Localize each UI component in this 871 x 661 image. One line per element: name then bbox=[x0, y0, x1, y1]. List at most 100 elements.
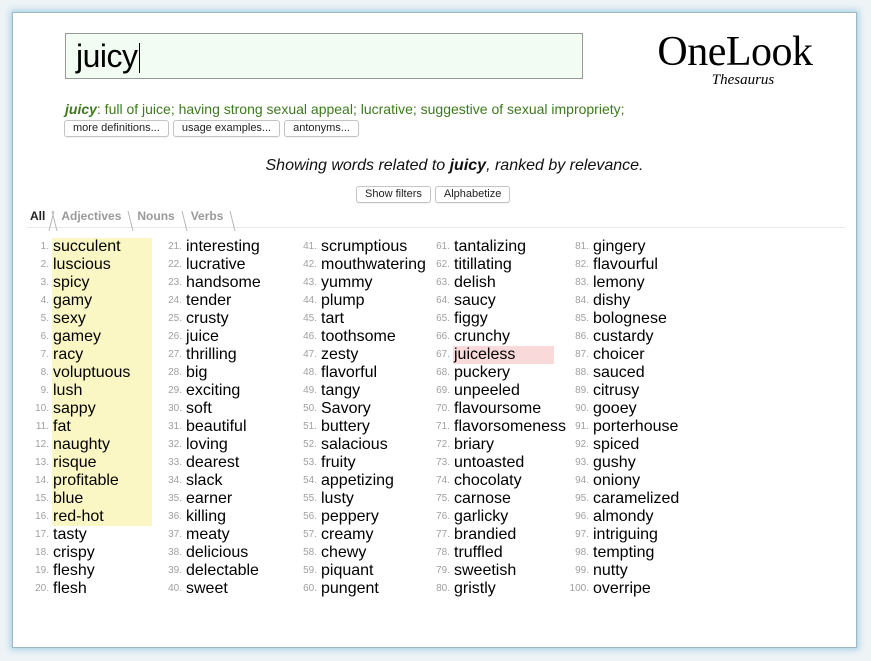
result-word-link[interactable]: briary bbox=[453, 436, 494, 454]
result-word-link[interactable]: custardy bbox=[592, 328, 653, 346]
result-word-link[interactable]: tasty bbox=[52, 526, 87, 544]
result-word-link[interactable]: caramelized bbox=[592, 490, 679, 508]
result-word-link[interactable]: brandied bbox=[453, 526, 516, 544]
result-word-link[interactable]: delish bbox=[453, 274, 496, 292]
result-word-link[interactable]: dishy bbox=[592, 292, 630, 310]
result-word-link[interactable]: flavorful bbox=[320, 364, 377, 382]
result-word-link[interactable]: citrusy bbox=[592, 382, 639, 400]
result-word-link[interactable]: risque bbox=[52, 454, 152, 472]
result-word-link[interactable]: sweetish bbox=[453, 562, 516, 580]
result-word-link[interactable]: blue bbox=[52, 490, 152, 508]
result-word-link[interactable]: scrumptious bbox=[320, 238, 407, 256]
result-word-link[interactable]: buttery bbox=[320, 418, 370, 436]
result-word-link[interactable]: spiced bbox=[592, 436, 639, 454]
alphabetize-button[interactable]: Alphabetize bbox=[434, 186, 511, 203]
result-word-link[interactable]: spicy bbox=[52, 274, 152, 292]
result-word-link[interactable]: sauced bbox=[592, 364, 645, 382]
result-word-link[interactable]: titillating bbox=[453, 256, 512, 274]
result-word-link[interactable]: lush bbox=[52, 382, 152, 400]
result-word-link[interactable]: gamey bbox=[52, 328, 152, 346]
result-word-link[interactable]: gingery bbox=[592, 238, 645, 256]
result-word-link[interactable]: dearest bbox=[185, 454, 239, 472]
result-word-link[interactable]: handsome bbox=[185, 274, 261, 292]
result-word-link[interactable]: flavorsomeness bbox=[453, 418, 566, 436]
result-word-link[interactable]: saucy bbox=[453, 292, 496, 310]
result-word-link[interactable]: overripe bbox=[592, 580, 651, 598]
result-word-link[interactable]: fleshy bbox=[52, 562, 95, 580]
result-word-link[interactable]: soft bbox=[185, 400, 212, 418]
result-word-link[interactable]: profitable bbox=[52, 472, 152, 490]
result-word-link[interactable]: big bbox=[185, 364, 207, 382]
result-word-link[interactable]: lemony bbox=[592, 274, 645, 292]
result-word-link[interactable]: gooey bbox=[592, 400, 637, 418]
tab-nouns[interactable]: Nouns bbox=[129, 209, 182, 227]
result-word-link[interactable]: figgy bbox=[453, 310, 488, 328]
result-word-link[interactable]: zesty bbox=[320, 346, 358, 364]
result-word-link[interactable]: delicious bbox=[185, 544, 248, 562]
result-word-link[interactable]: meaty bbox=[185, 526, 230, 544]
usage-examples-button[interactable]: usage examples... bbox=[172, 120, 281, 137]
result-word-link[interactable]: chocolaty bbox=[453, 472, 522, 490]
result-word-link[interactable]: racy bbox=[52, 346, 152, 364]
result-word-link[interactable]: loving bbox=[185, 436, 228, 454]
result-word-link[interactable]: Savory bbox=[320, 400, 371, 418]
result-word-link[interactable]: succulent bbox=[52, 238, 152, 256]
result-word-link[interactable]: crunchy bbox=[453, 328, 510, 346]
result-word-link[interactable]: appetizing bbox=[320, 472, 394, 490]
result-word-link[interactable]: delectable bbox=[185, 562, 259, 580]
result-word-link[interactable]: unpeeled bbox=[453, 382, 520, 400]
result-word-link[interactable]: juiceless bbox=[453, 346, 554, 364]
tab-verbs[interactable]: Verbs bbox=[183, 209, 232, 227]
result-word-link[interactable]: exciting bbox=[185, 382, 240, 400]
result-word-link[interactable]: intriguing bbox=[592, 526, 658, 544]
result-word-link[interactable]: mouthwatering bbox=[320, 256, 426, 274]
result-word-link[interactable]: gamy bbox=[52, 292, 152, 310]
result-word-link[interactable]: lusty bbox=[320, 490, 354, 508]
result-word-link[interactable]: red-hot bbox=[52, 508, 152, 526]
result-word-link[interactable]: crispy bbox=[52, 544, 95, 562]
result-word-link[interactable]: toothsome bbox=[320, 328, 396, 346]
result-word-link[interactable]: choicer bbox=[592, 346, 645, 364]
result-word-link[interactable]: oniony bbox=[592, 472, 640, 490]
result-word-link[interactable]: thrilling bbox=[185, 346, 237, 364]
result-word-link[interactable]: plump bbox=[320, 292, 365, 310]
result-word-link[interactable]: salacious bbox=[320, 436, 388, 454]
result-word-link[interactable]: luscious bbox=[52, 256, 152, 274]
result-word-link[interactable]: beautiful bbox=[185, 418, 247, 436]
tab-adjectives[interactable]: Adjectives bbox=[53, 209, 129, 227]
result-word-link[interactable]: piquant bbox=[320, 562, 374, 580]
search-input[interactable]: juicy bbox=[65, 33, 583, 79]
result-word-link[interactable]: earner bbox=[185, 490, 232, 508]
result-word-link[interactable]: tender bbox=[185, 292, 231, 310]
result-word-link[interactable]: nutty bbox=[592, 562, 628, 580]
result-word-link[interactable]: fruity bbox=[320, 454, 356, 472]
result-word-link[interactable]: bolognese bbox=[592, 310, 667, 328]
result-word-link[interactable]: tangy bbox=[320, 382, 360, 400]
result-word-link[interactable]: tempting bbox=[592, 544, 654, 562]
result-word-link[interactable]: crusty bbox=[185, 310, 229, 328]
result-word-link[interactable]: pungent bbox=[320, 580, 379, 598]
result-word-link[interactable]: tart bbox=[320, 310, 344, 328]
result-word-link[interactable]: flavourful bbox=[592, 256, 658, 274]
result-word-link[interactable]: naughty bbox=[52, 436, 152, 454]
result-word-link[interactable]: sexy bbox=[52, 310, 152, 328]
result-word-link[interactable]: peppery bbox=[320, 508, 379, 526]
result-word-link[interactable]: tantalizing bbox=[453, 238, 526, 256]
result-word-link[interactable]: almondy bbox=[592, 508, 653, 526]
result-word-link[interactable]: slack bbox=[185, 472, 222, 490]
result-word-link[interactable]: voluptuous bbox=[52, 364, 152, 382]
result-word-link[interactable]: sappy bbox=[52, 400, 152, 418]
onelook-logo[interactable]: OneLook Thesaurus bbox=[649, 31, 821, 88]
definition-headword[interactable]: juicy bbox=[65, 101, 97, 117]
more-definitions-button[interactable]: more definitions... bbox=[64, 120, 169, 137]
antonyms-button[interactable]: antonyms... bbox=[284, 120, 359, 137]
result-word-link[interactable]: flesh bbox=[52, 580, 87, 598]
result-word-link[interactable]: gristly bbox=[453, 580, 496, 598]
result-word-link[interactable]: killing bbox=[185, 508, 226, 526]
result-word-link[interactable]: untoasted bbox=[453, 454, 524, 472]
result-word-link[interactable]: fat bbox=[52, 418, 152, 436]
result-word-link[interactable]: lucrative bbox=[185, 256, 246, 274]
result-word-link[interactable]: sweet bbox=[185, 580, 228, 598]
result-word-link[interactable]: gushy bbox=[592, 454, 636, 472]
result-word-link[interactable]: flavoursome bbox=[453, 400, 541, 418]
